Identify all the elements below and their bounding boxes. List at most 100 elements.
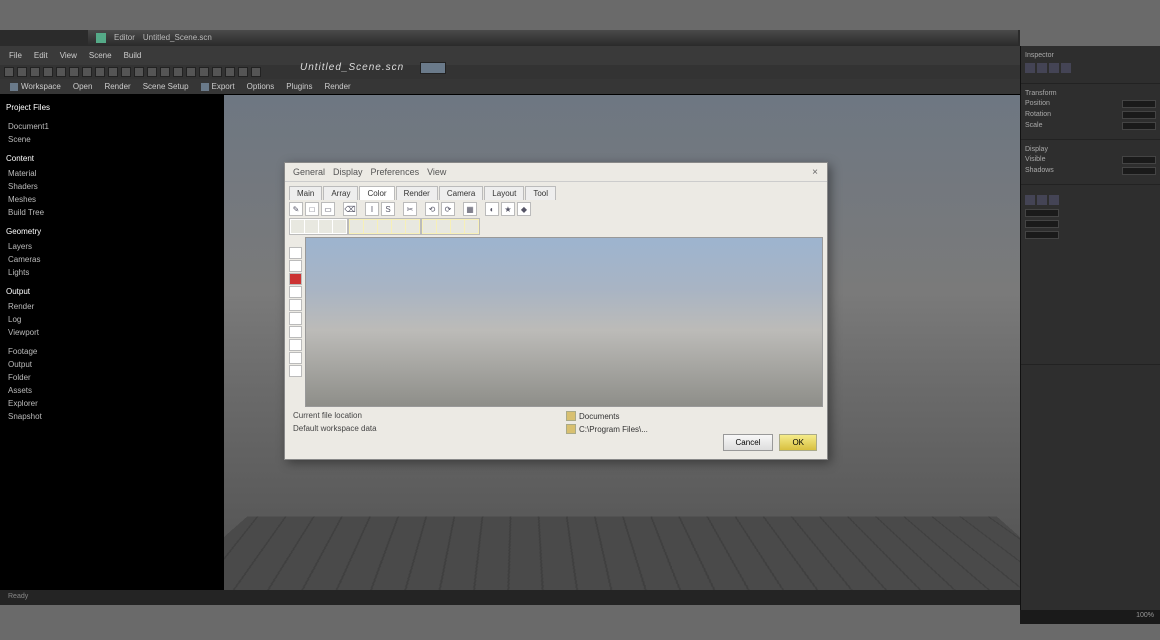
ribbon-render[interactable]: Render xyxy=(100,82,134,91)
tool-icon[interactable]: ✎ xyxy=(289,202,303,216)
value-field[interactable] xyxy=(1025,209,1059,217)
tool-icon[interactable] xyxy=(291,220,304,233)
value-field[interactable] xyxy=(1122,167,1156,175)
dtab2-render[interactable]: Render xyxy=(396,186,438,200)
tool-icon[interactable]: S xyxy=(381,202,395,216)
dtab-general[interactable]: General xyxy=(293,167,325,177)
dtab2-color[interactable]: Color xyxy=(359,186,394,200)
list-item[interactable]: Lights xyxy=(6,268,218,277)
tool-icon[interactable] xyxy=(289,352,302,364)
ribbon-workspace[interactable]: Workspace xyxy=(6,82,65,91)
tool-icon[interactable] xyxy=(212,67,222,77)
list-item[interactable]: Document1 xyxy=(6,122,218,131)
tool-icon[interactable] xyxy=(199,67,209,77)
tool-icon[interactable] xyxy=(225,67,235,77)
tool-icon[interactable] xyxy=(173,67,183,77)
tool-icon[interactable]: ⟲ xyxy=(425,202,439,216)
menu-edit[interactable]: Edit xyxy=(29,49,53,62)
value-field[interactable] xyxy=(1025,231,1059,239)
dtab2-main[interactable]: Main xyxy=(289,186,322,200)
tool-icon[interactable] xyxy=(289,286,302,298)
tool-icon[interactable] xyxy=(238,67,248,77)
list-item[interactable]: Snapshot xyxy=(6,412,218,421)
swatch-icon[interactable] xyxy=(1037,63,1047,73)
dtab2-array[interactable]: Array xyxy=(323,186,358,200)
dtab-view[interactable]: View xyxy=(427,167,446,177)
tool-icon[interactable] xyxy=(4,67,14,77)
tool-icon[interactable] xyxy=(378,220,391,233)
tool-icon[interactable]: ⟳ xyxy=(441,202,455,216)
tool-icon[interactable] xyxy=(289,273,302,285)
value-field[interactable] xyxy=(1122,156,1156,164)
tool-icon[interactable] xyxy=(451,220,464,233)
tool-icon[interactable] xyxy=(17,67,27,77)
tool-icon[interactable]: ▦ xyxy=(463,202,477,216)
ribbon-export[interactable]: Export xyxy=(197,82,239,91)
tool-icon[interactable] xyxy=(289,365,302,377)
tool-icon[interactable] xyxy=(69,67,79,77)
list-item[interactable]: Material xyxy=(6,169,218,178)
ribbon-plugins[interactable]: Plugins xyxy=(282,82,316,91)
tool-icon[interactable]: ◐ xyxy=(485,202,499,216)
tool-icon[interactable] xyxy=(82,67,92,77)
dtab-display[interactable]: Display xyxy=(333,167,363,177)
ribbon-options[interactable]: Options xyxy=(243,82,279,91)
list-item[interactable]: Explorer xyxy=(6,399,218,408)
tool-icon[interactable]: ◆ xyxy=(517,202,531,216)
dialog-preview[interactable] xyxy=(305,237,823,407)
dtab2-layout[interactable]: Layout xyxy=(484,186,524,200)
ok-button[interactable]: OK xyxy=(779,434,817,451)
close-icon[interactable]: × xyxy=(809,167,821,179)
list-item[interactable]: Viewport xyxy=(6,328,218,337)
menu-build[interactable]: Build xyxy=(119,49,147,62)
tool-icon[interactable] xyxy=(319,220,332,233)
tool-icon[interactable] xyxy=(364,220,377,233)
swatch-icon[interactable] xyxy=(1037,195,1047,205)
tool-icon[interactable] xyxy=(43,67,53,77)
tool-icon[interactable] xyxy=(134,67,144,77)
tool-icon[interactable] xyxy=(305,220,318,233)
swatch-icon[interactable] xyxy=(1049,63,1059,73)
tool-icon[interactable] xyxy=(333,220,346,233)
tool-icon[interactable] xyxy=(423,220,436,233)
list-item[interactable]: Output xyxy=(6,360,218,369)
tool-icon[interactable] xyxy=(108,67,118,77)
ribbon-render2[interactable]: Render xyxy=(320,82,354,91)
list-item[interactable]: Scene xyxy=(6,135,218,144)
tool-icon[interactable]: ▭ xyxy=(321,202,335,216)
tool-icon[interactable]: ★ xyxy=(501,202,515,216)
list-item[interactable]: Folder xyxy=(6,373,218,382)
swatch-icon[interactable] xyxy=(1025,195,1035,205)
list-item[interactable]: Log xyxy=(6,315,218,324)
list-item[interactable]: Cameras xyxy=(6,255,218,264)
tool-icon[interactable] xyxy=(121,67,131,77)
menu-scene[interactable]: Scene xyxy=(84,49,117,62)
dtab2-camera[interactable]: Camera xyxy=(439,186,483,200)
list-item[interactable]: Footage xyxy=(6,347,218,356)
cancel-button[interactable]: Cancel xyxy=(723,434,774,451)
menu-file[interactable]: File xyxy=(4,49,27,62)
tool-icon[interactable] xyxy=(437,220,450,233)
swatch-icon[interactable] xyxy=(1025,63,1035,73)
list-item[interactable]: Render xyxy=(6,302,218,311)
list-item[interactable]: Build Tree xyxy=(6,208,218,217)
tool-icon[interactable] xyxy=(160,67,170,77)
tool-icon[interactable] xyxy=(289,299,302,311)
value-field[interactable] xyxy=(1122,122,1156,130)
tool-icon[interactable] xyxy=(289,260,302,272)
value-field[interactable] xyxy=(1122,111,1156,119)
tool-icon[interactable] xyxy=(465,220,478,233)
dtab2-tool[interactable]: Tool xyxy=(525,186,556,200)
tool-icon[interactable]: ⌫ xyxy=(343,202,357,216)
ribbon-open[interactable]: Open xyxy=(69,82,97,91)
tool-icon[interactable] xyxy=(289,339,302,351)
tool-icon[interactable] xyxy=(289,312,302,324)
list-item[interactable]: Assets xyxy=(6,386,218,395)
tool-icon[interactable] xyxy=(30,67,40,77)
tool-icon[interactable] xyxy=(251,67,261,77)
list-item[interactable]: Meshes xyxy=(6,195,218,204)
value-field[interactable] xyxy=(1122,100,1156,108)
menu-view[interactable]: View xyxy=(55,49,82,62)
tool-icon[interactable]: □ xyxy=(305,202,319,216)
list-item[interactable]: Shaders xyxy=(6,182,218,191)
